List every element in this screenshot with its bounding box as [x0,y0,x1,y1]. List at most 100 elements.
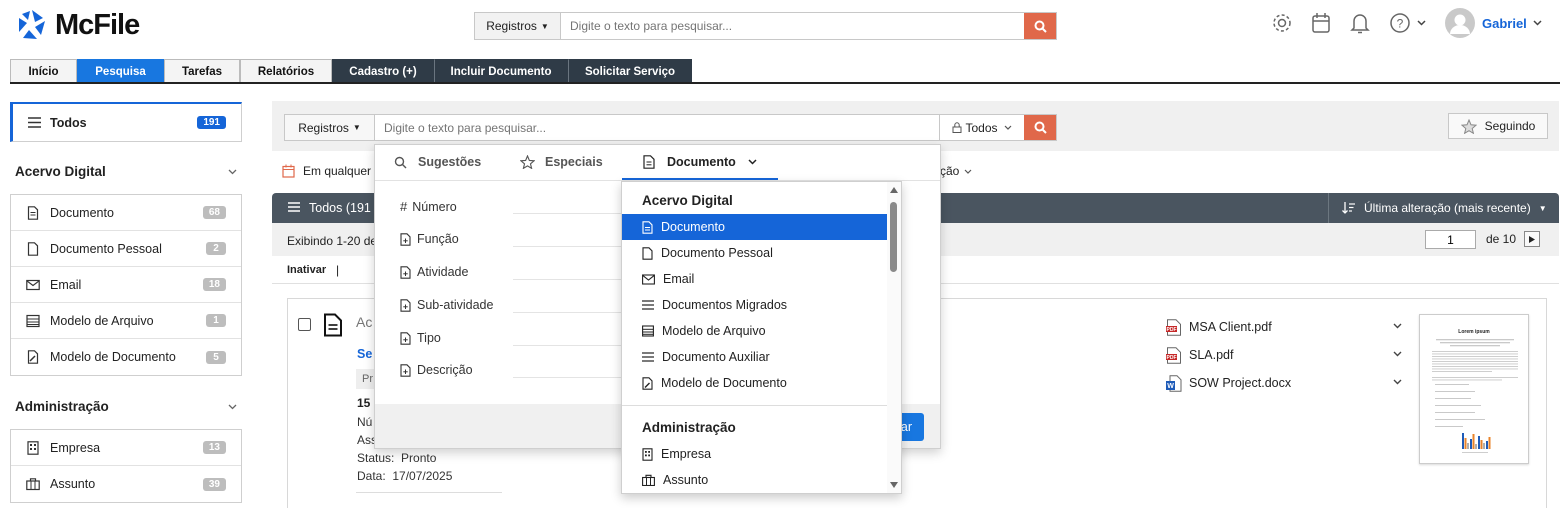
chevron-down-icon[interactable] [1393,379,1402,385]
dropdown-item-modelo-de-arquivo[interactable]: Modelo de Arquivo [622,318,887,344]
sidebar-item-documento[interactable]: Documento 68 [11,195,241,231]
sidebar-item-empresa[interactable]: Empresa 13 [11,430,241,466]
search-scope-dropdown[interactable]: Registros ▼ [285,115,375,140]
pdf-icon: PDF [1166,319,1181,336]
file-plus-icon [400,363,411,377]
sidebar-section-acervo[interactable]: Acervo Digital [15,164,106,179]
sidebar-item-assunto[interactable]: Assunto 39 [11,466,241,502]
thumb-title: Lorem ipsum [1458,329,1490,335]
field-atividade[interactable]: Atividade [400,265,468,279]
file-plus-icon [400,331,411,345]
sidebar-section-administracao[interactable]: Administração [15,399,109,414]
follow-button[interactable]: Seguindo [1448,113,1548,139]
building-icon [27,440,39,455]
top-search-input[interactable] [561,13,1024,39]
document-icon [324,313,342,337]
sidebar-all[interactable]: Todos 191 [10,102,242,142]
sidebar-list-acervo: Documento 68 Documento Pessoal 2 Email 18 M… [10,194,242,376]
tab-incluir-documento[interactable]: Incluir Documento [434,59,568,83]
dropdown-item-email[interactable]: Email [622,266,887,292]
results-header: Todos (191 [309,201,371,215]
page-input[interactable] [1425,230,1476,249]
main-search-button[interactable] [1024,115,1056,140]
tab-sugestoes[interactable]: Sugestões [394,155,481,169]
sort-dropdown[interactable]: Última alteração (mais recente) ▼ [1342,201,1547,215]
dropdown-item-empresa[interactable]: Empresa [622,441,887,467]
field-funcao[interactable]: Função [400,232,459,246]
select-checkbox[interactable] [298,318,311,331]
result-date: Data: 17/07/2025 [357,469,453,483]
filter-partial[interactable]: ção [940,164,972,178]
calendar-icon[interactable] [1311,12,1331,34]
search-filter-dropdown[interactable]: Todos [939,115,1024,140]
chevron-down-icon [1533,20,1542,26]
document-edit-icon [27,350,39,364]
building-icon [642,447,653,461]
result-link[interactable]: Se [357,347,372,361]
chevron-down-icon[interactable] [228,169,237,175]
top-search-button[interactable] [1024,13,1056,39]
sort-icon [1342,202,1355,214]
sidebar-item-documento-pessoal[interactable]: Documento Pessoal 2 [11,231,241,267]
field-tipo[interactable]: Tipo [400,331,441,345]
bell-icon[interactable] [1350,12,1370,34]
search-icon [1034,121,1047,134]
dropdown-item-modelo-de-documento[interactable]: Modelo de Documento [622,370,887,396]
help-menu[interactable]: ? [1389,12,1426,34]
tab-pesquisa[interactable]: Pesquisa [77,59,164,83]
dropdown-item-documento-auxiliar[interactable]: Documento Auxiliar [622,344,887,370]
avatar [1445,8,1475,38]
sidebar-item-modelo-de-arquivo[interactable]: Modelo de Arquivo 1 [11,303,241,339]
user-menu[interactable]: Gabriel [1445,8,1542,38]
sidebar-item-email[interactable]: Email 18 [11,267,241,303]
main-search-input[interactable] [375,115,939,140]
svg-text:PDF: PDF [1167,355,1177,361]
file-name[interactable]: MSA Client.pdf [1189,320,1272,334]
top-search-scope[interactable]: Registros ▼ [475,13,561,39]
logo-icon [19,10,45,39]
next-page-button[interactable] [1524,231,1540,247]
field-numero[interactable]: # Número [400,199,457,214]
inativar-link[interactable]: Inativar [287,264,326,276]
tab-cadastro[interactable]: Cadastro (+) [332,59,434,83]
scrollbar-thumb[interactable] [890,202,897,272]
gear-icon[interactable] [1271,12,1293,34]
file-icon [642,246,653,260]
tab-solicitar-servico[interactable]: Solicitar Serviço [568,59,692,83]
field-descricao[interactable]: Descrição [400,363,473,377]
sidebar-item-modelo-de-documento[interactable]: Modelo de Documento 5 [11,339,241,375]
tab-tarefas[interactable]: Tarefas [164,59,240,83]
menu-icon [288,202,300,212]
nav-underline [10,82,1560,84]
field-divider [513,377,621,378]
tab-inicio[interactable]: Início [10,59,77,83]
search-icon [1034,20,1047,33]
chevron-down-icon [1004,125,1011,130]
menu-icon [28,117,41,128]
dropdown-item-documento[interactable]: Documento [622,214,887,240]
logo[interactable]: McFile [15,8,140,42]
dropdown-item-documento-pessoal[interactable]: Documento Pessoal [622,240,887,266]
dropdown-item-assunto[interactable]: Assunto [622,467,887,493]
chevron-down-icon[interactable] [228,404,237,410]
field-sub-atividade[interactable]: Sub-atividade [400,298,493,312]
file-name[interactable]: SOW Project.docx [1189,376,1291,390]
tab-especiais[interactable]: Especiais [520,155,603,169]
tab-documento[interactable]: Documento [643,155,757,169]
svg-text:W: W [1167,383,1174,390]
user-name: Gabriel [1482,15,1527,31]
chevron-down-icon [1417,20,1426,26]
chevron-down-icon[interactable] [1393,351,1402,357]
dropdown-item-documentos-migrados[interactable]: Documentos Migrados [622,292,887,318]
list-icon [642,352,654,362]
document-icon [642,220,653,234]
action-separator: | [336,263,340,277]
document-thumbnail[interactable]: Lorem ipsum [1419,314,1529,464]
lock-icon [952,122,962,133]
result-title[interactable]: Ac [356,314,372,330]
date-filter[interactable]: Em qualquer [303,164,371,178]
file-name[interactable]: SLA.pdf [1189,348,1233,362]
dropdown-scrollbar[interactable] [887,182,901,493]
tab-relatorios[interactable]: Relatórios [240,59,332,83]
chevron-down-icon[interactable] [1393,323,1402,329]
